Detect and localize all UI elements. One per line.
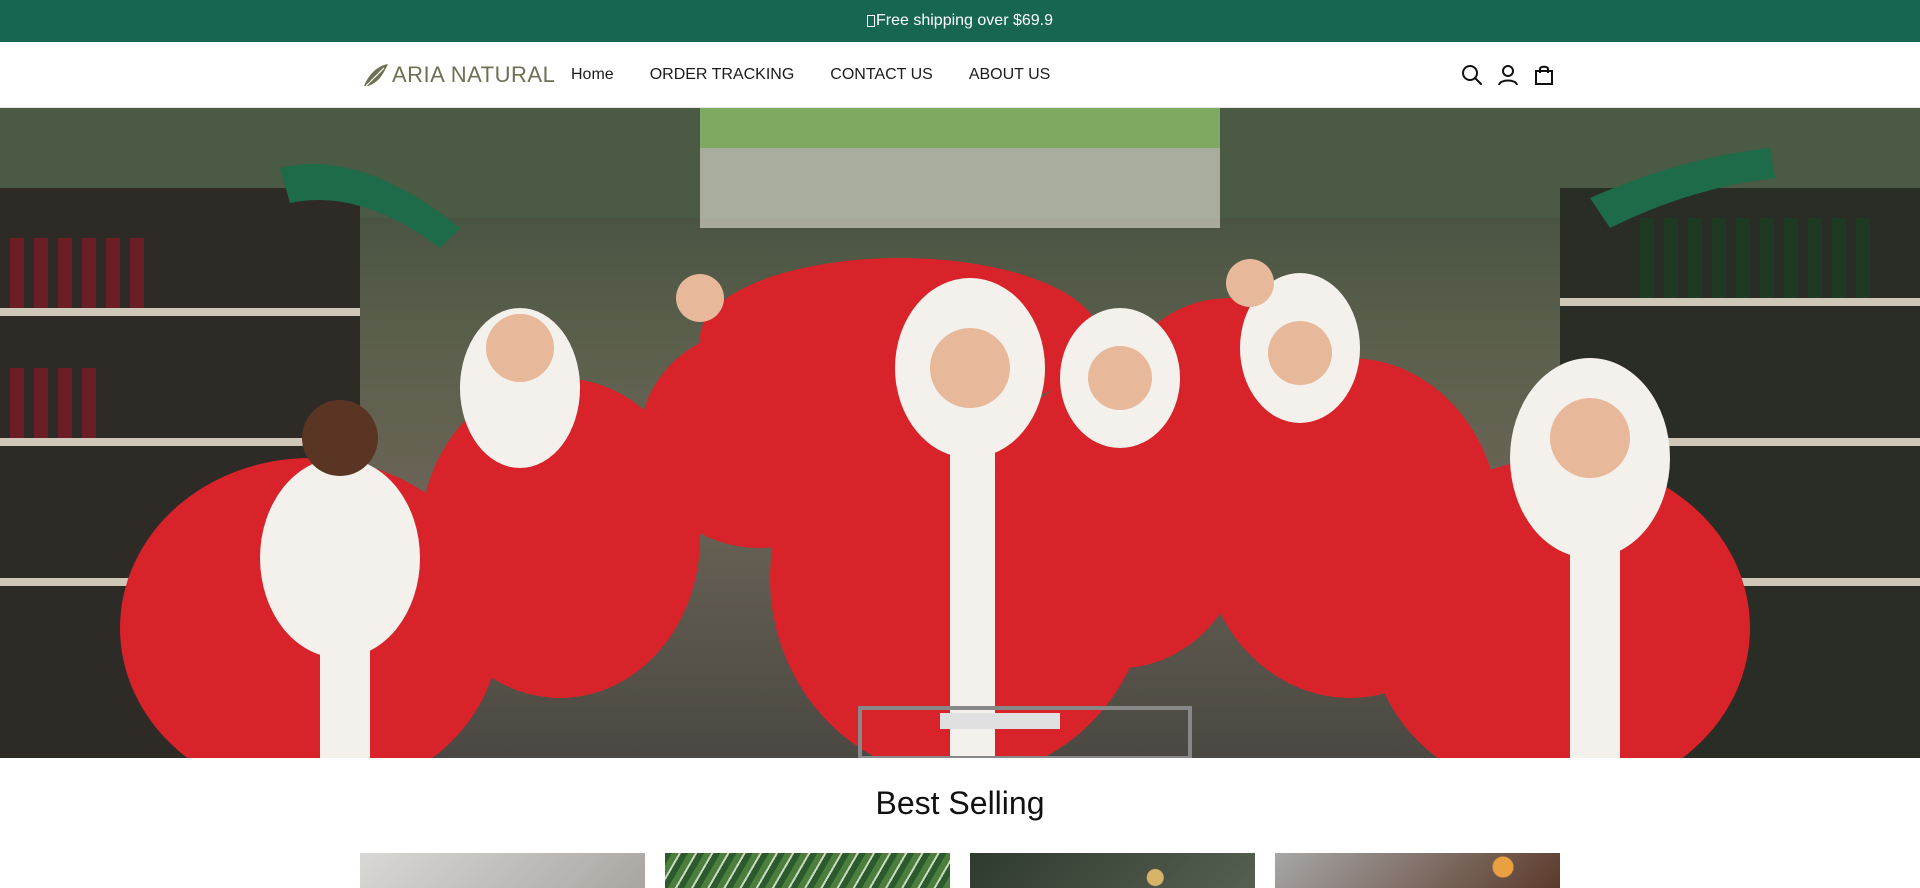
nav-contact-us[interactable]: CONTACT US (830, 66, 933, 84)
logo[interactable]: ARIA NATURAL (362, 58, 555, 92)
product-grid (360, 853, 1560, 888)
nav-order-tracking[interactable]: ORDER TRACKING (650, 66, 795, 84)
nav-about-us[interactable]: ABOUT US (969, 66, 1051, 84)
header-icons (1460, 42, 1556, 108)
account-icon[interactable] (1496, 63, 1520, 87)
hero-image (0, 108, 1920, 758)
cart-icon[interactable] (1532, 63, 1556, 87)
best-selling-title: Best Selling (875, 785, 1045, 821)
announcement-bar: Free shipping over $69.9 (0, 0, 1920, 42)
missing-glyph-icon (867, 15, 875, 27)
leaf-logo-icon (364, 64, 388, 87)
site-header: ARIA NATURAL Home ORDER TRACKING CONTACT… (0, 42, 1920, 108)
product-card[interactable] (665, 853, 950, 888)
search-icon[interactable] (1460, 63, 1484, 87)
main-nav: Home ORDER TRACKING CONTACT US ABOUT US (571, 42, 1050, 108)
announcement-text: Free shipping over $69.9 (876, 12, 1053, 29)
product-card[interactable] (1275, 853, 1560, 888)
hero-banner[interactable] (0, 108, 1920, 758)
product-card[interactable] (360, 853, 645, 888)
logo-text: ARIA NATURAL (392, 62, 556, 87)
product-card[interactable] (970, 853, 1255, 888)
nav-home[interactable]: Home (571, 66, 614, 84)
